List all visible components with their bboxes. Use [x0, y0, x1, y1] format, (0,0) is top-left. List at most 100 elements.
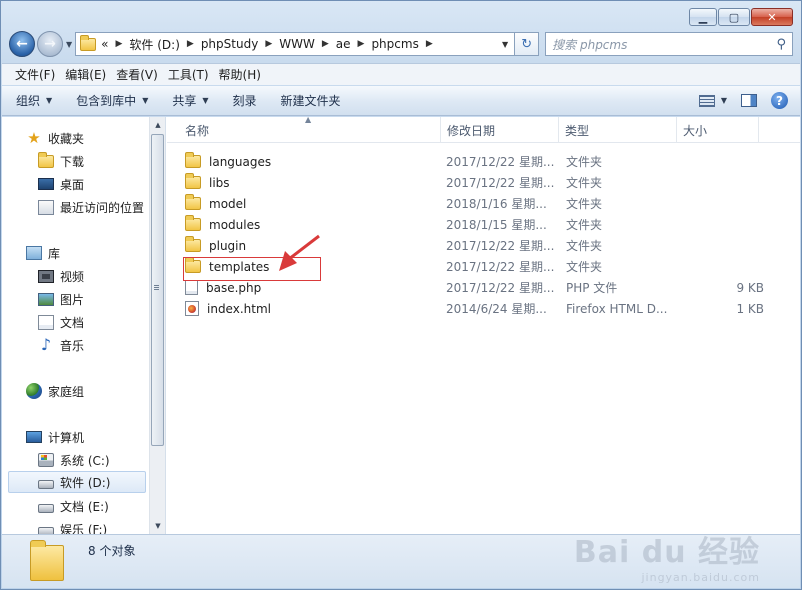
- breadcrumb-phpcms[interactable]: phpcms: [371, 37, 418, 51]
- menu-edit[interactable]: 编辑(E): [60, 66, 111, 83]
- file-row-templates[interactable]: templates 2017/12/22 星期... 文件夹: [167, 256, 800, 277]
- nav-drive-c[interactable]: 系统 (C:): [38, 449, 110, 471]
- file-type: Firefox HTML D...: [566, 301, 668, 316]
- menu-view[interactable]: 查看(V): [111, 66, 163, 83]
- scroll-up-icon[interactable]: ▲: [150, 117, 166, 133]
- navigation-scrollbar[interactable]: ▲ ▼: [149, 117, 165, 534]
- nav-pictures[interactable]: 图片: [38, 288, 84, 310]
- nav-drive-f[interactable]: 娱乐 (F:): [38, 518, 107, 534]
- homegroup-icon: [26, 383, 42, 399]
- file-row[interactable]: plugin 2017/12/22 星期... 文件夹: [167, 235, 800, 256]
- file-row[interactable]: modules 2018/1/15 星期... 文件夹: [167, 214, 800, 235]
- column-type-label: 类型: [565, 123, 590, 138]
- file-date: 2014/6/24 星期...: [446, 302, 547, 316]
- change-view-button[interactable]: ▼: [698, 94, 727, 107]
- file-name: index.html: [207, 301, 271, 316]
- nav-desktop[interactable]: 桌面: [38, 173, 84, 195]
- file-date: 2017/12/22 星期...: [446, 176, 555, 190]
- breadcrumb-separator[interactable]: ▶: [322, 39, 329, 49]
- minimize-button[interactable]: ▁: [689, 8, 717, 26]
- back-arrow-icon: ←: [16, 36, 28, 52]
- menu-tools[interactable]: 工具(T): [163, 66, 214, 83]
- include-in-library-button[interactable]: 包含到库中 ▼: [76, 92, 148, 109]
- share-button[interactable]: 共享 ▼: [172, 92, 208, 109]
- nav-homegroup-label: 家庭组: [48, 384, 85, 399]
- file-type: 文件夹: [566, 260, 603, 274]
- organize-button[interactable]: 组织 ▼: [16, 92, 52, 109]
- close-button[interactable]: ✕: [751, 8, 793, 26]
- column-header-name[interactable]: 名称: [179, 117, 441, 143]
- burn-label: 刻录: [232, 94, 257, 108]
- nav-drive-e[interactable]: 文档 (E:): [38, 495, 109, 517]
- file-list: ▲ 名称 修改日期 类型 大小 languages 2017/12/22 星期.…: [167, 115, 800, 534]
- nav-recent-places-label: 最近访问的位置: [60, 200, 145, 215]
- scroll-down-icon[interactable]: ▼: [150, 518, 166, 534]
- navigation-pane: ★ 收藏夹 下载 桌面 最近访问的位置 库 视频 图片 文档 ♪ 音乐 家庭组 …: [2, 117, 166, 534]
- content-area: ★ 收藏夹 下载 桌面 最近访问的位置 库 视频 图片 文档 ♪ 音乐 家庭组 …: [2, 115, 800, 534]
- back-button[interactable]: ←: [9, 31, 35, 57]
- breadcrumb-separator[interactable]: ▶: [426, 39, 433, 49]
- nav-documents-label: 文档: [60, 315, 85, 330]
- item-count: 8 个对象: [88, 544, 136, 558]
- breadcrumb-www[interactable]: WWW: [279, 37, 315, 51]
- column-header-size[interactable]: 大小: [677, 117, 759, 143]
- firefox-html-icon: [185, 301, 199, 316]
- maximize-button[interactable]: ▢: [718, 8, 750, 26]
- file-type: 文件夹: [566, 176, 603, 190]
- folder-icon: [185, 152, 201, 168]
- library-icon: [26, 246, 42, 260]
- nav-videos[interactable]: 视频: [38, 265, 84, 287]
- nav-documents[interactable]: 文档: [38, 311, 84, 333]
- nav-drive-d[interactable]: 软件 (D:): [8, 471, 146, 493]
- nav-music[interactable]: ♪ 音乐: [38, 334, 84, 356]
- refresh-button[interactable]: ↻: [515, 32, 540, 56]
- file-date: 2017/12/22 星期...: [446, 239, 555, 253]
- file-row[interactable]: libs 2017/12/22 星期... 文件夹: [167, 172, 800, 193]
- file-size: 1 KB: [736, 301, 764, 316]
- forward-button[interactable]: →: [37, 31, 63, 57]
- breadcrumb-separator[interactable]: ▶: [265, 39, 272, 49]
- nav-recent-places[interactable]: 最近访问的位置: [38, 196, 144, 218]
- refresh-icon: ↻: [521, 36, 533, 52]
- command-bar: 组织 ▼ 包含到库中 ▼ 共享 ▼ 刻录 新建文件夹 ▼ ?: [2, 86, 800, 116]
- menu-file[interactable]: 文件(F): [10, 66, 60, 83]
- chevron-down-icon: ▼: [46, 96, 53, 105]
- file-row[interactable]: model 2018/1/16 星期... 文件夹: [167, 193, 800, 214]
- recent-pages-dropdown[interactable]: ▼: [66, 40, 72, 49]
- file-name: templates: [209, 259, 270, 274]
- nav-pictures-label: 图片: [60, 292, 85, 307]
- breadcrumb-phpstudy[interactable]: phpStudy: [201, 37, 259, 51]
- nav-downloads[interactable]: 下载: [38, 150, 84, 172]
- file-row[interactable]: index.html 2014/6/24 星期... Firefox HTML …: [167, 298, 800, 319]
- nav-favorites[interactable]: ★ 收藏夹: [26, 127, 84, 149]
- nav-libraries[interactable]: 库: [26, 242, 60, 264]
- new-folder-button[interactable]: 新建文件夹: [281, 92, 341, 109]
- file-row[interactable]: languages 2017/12/22 星期... 文件夹: [167, 151, 800, 172]
- baidu-watermark: Bai du 经验 jingyan.baidu.com: [574, 527, 760, 584]
- address-bar[interactable]: « ▶ 软件 (D:) ▶ phpStudy ▶ WWW ▶ ae ▶ phpc…: [75, 32, 516, 56]
- nav-computer[interactable]: 计算机: [26, 426, 84, 448]
- column-header-date[interactable]: 修改日期: [441, 117, 559, 143]
- nav-music-label: 音乐: [60, 338, 85, 353]
- breadcrumb-separator[interactable]: ▶: [187, 39, 194, 49]
- desktop-icon: [38, 178, 54, 190]
- breadcrumb-ae[interactable]: ae: [336, 37, 351, 51]
- file-name: modules: [209, 217, 261, 232]
- address-history-dropdown[interactable]: ▼: [495, 40, 514, 49]
- magnifier-icon[interactable]: ⚲: [776, 37, 786, 52]
- preview-pane-icon[interactable]: [741, 94, 757, 107]
- menu-help[interactable]: 帮助(H): [214, 66, 266, 83]
- nav-homegroup[interactable]: 家庭组: [26, 380, 84, 402]
- breadcrumb-drive-d[interactable]: 软件 (D:): [129, 36, 179, 53]
- help-icon[interactable]: ?: [771, 92, 788, 109]
- burn-button[interactable]: 刻录: [233, 92, 257, 109]
- breadcrumb-separator[interactable]: ▶: [116, 39, 123, 49]
- column-header-type[interactable]: 类型: [559, 117, 677, 143]
- breadcrumb-separator[interactable]: ▶: [358, 39, 365, 49]
- watermark-main: Bai du 经验: [573, 535, 760, 570]
- file-row[interactable]: base.php 2017/12/22 星期... PHP 文件 9 KB: [167, 277, 800, 298]
- breadcrumb-overflow[interactable]: «: [101, 37, 108, 51]
- file-size: 9 KB: [736, 280, 764, 295]
- php-file-icon: [185, 280, 198, 295]
- search-input[interactable]: 搜索 phpcms ⚲: [545, 32, 793, 56]
